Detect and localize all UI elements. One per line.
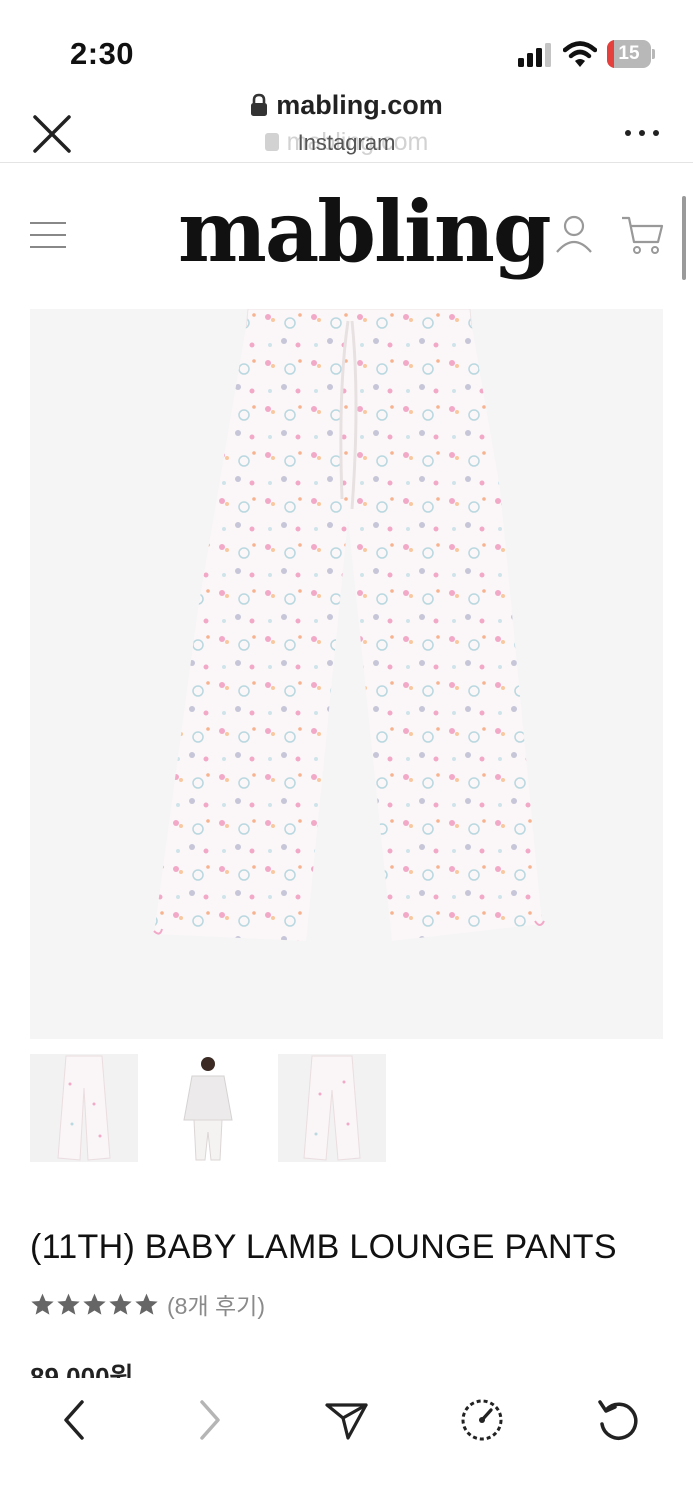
star-icon — [109, 1293, 132, 1315]
status-bar: 2:30 15 — [0, 0, 693, 90]
product-price: 89,000원 — [30, 1362, 134, 1378]
battery-icon: 15 — [607, 40, 655, 68]
menu-icon[interactable] — [30, 222, 66, 248]
share-icon[interactable] — [322, 1396, 370, 1444]
product-title: (11TH) BABY LAMB LOUNGE PANTS — [30, 1228, 617, 1266]
site-logo[interactable]: mabling — [178, 182, 552, 282]
url-text: mabling.com — [276, 89, 443, 120]
star-icon — [83, 1293, 106, 1315]
app-name: Instagram — [297, 130, 396, 155]
bottom-toolbar — [0, 1378, 693, 1500]
lock-icon — [251, 93, 268, 116]
user-icon[interactable] — [555, 214, 593, 254]
thumbnail-pants-back[interactable] — [278, 1054, 386, 1162]
star-icon — [135, 1293, 158, 1315]
rating-stars — [30, 1292, 159, 1317]
compass-icon[interactable] — [458, 1396, 506, 1444]
cart-icon[interactable] — [620, 214, 664, 256]
signal-icon — [518, 43, 554, 67]
wifi-icon — [563, 41, 597, 67]
review-count: (8개 후기) — [167, 1293, 265, 1319]
star-icon — [31, 1293, 54, 1315]
browser-header: mabling.com mabling.com Instagram — [0, 88, 693, 163]
site-header: mabling — [0, 164, 693, 304]
back-icon[interactable] — [50, 1396, 98, 1444]
more-icon[interactable] — [625, 128, 659, 138]
pants-image — [153, 308, 545, 941]
forward-icon[interactable] — [186, 1396, 234, 1444]
thumbnail-pants-front[interactable] — [30, 1054, 138, 1162]
status-time: 2:30 — [70, 36, 135, 71]
reload-icon[interactable] — [594, 1396, 642, 1444]
star-icon — [57, 1293, 80, 1315]
product-main-image[interactable] — [30, 308, 663, 1039]
product-rating[interactable]: (8개 후기) — [30, 1288, 265, 1320]
thumbnail-strip — [30, 1054, 390, 1164]
thumbnail-model[interactable] — [154, 1054, 262, 1162]
scrollbar[interactable] — [682, 196, 686, 280]
battery-level: 15 — [618, 43, 640, 64]
url-bar[interactable]: mabling.com — [250, 88, 443, 122]
